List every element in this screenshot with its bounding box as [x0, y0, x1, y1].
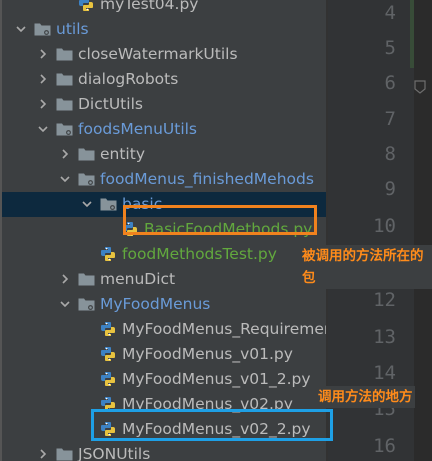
chevron-right-icon[interactable]: [37, 48, 49, 60]
tree-item-label: MyFoodMenus_v01_2.py: [122, 370, 311, 388]
tree-item-label: entity: [100, 145, 145, 163]
line-number: 4: [384, 2, 396, 24]
folder-icon: [56, 47, 73, 61]
chevron-down-icon[interactable]: [37, 123, 49, 135]
python-file-icon: [100, 246, 116, 262]
line-number: 7: [384, 108, 396, 130]
highlight-called-file-box: [123, 205, 317, 235]
python-file-icon: [100, 371, 116, 387]
folder-icon: [78, 147, 95, 161]
tree-item-label: MyFoodMenus_v01.py: [122, 345, 293, 363]
folder-icon: [56, 97, 73, 111]
chevron-right-icon[interactable]: [37, 98, 49, 110]
line-number: 6: [384, 72, 396, 94]
tree-row[interactable]: myTest04.py: [0, 0, 328, 17]
tree-row[interactable]: dialogRobots: [0, 67, 328, 92]
tree-row[interactable]: entity: [0, 142, 328, 167]
tree-item-label: foodMenus_finishedMehods: [100, 170, 314, 188]
tree-item-label: closeWatermarkUtils: [78, 45, 238, 63]
tree-row[interactable]: closeWatermarkUtils: [0, 42, 328, 67]
tree-item-label: MyFoodMenus: [100, 295, 211, 313]
tree-item-label: menuDict: [100, 270, 176, 288]
line-number: 10: [373, 215, 396, 237]
chevron-down-icon[interactable]: [59, 298, 71, 310]
calling-site-note: 调用方法的地方: [316, 386, 415, 408]
chevron-right-icon[interactable]: [59, 273, 71, 285]
highlight-calling-file-box: [91, 409, 333, 441]
folder-icon: [78, 272, 95, 286]
package-folder-icon: [78, 297, 95, 311]
chevron-right-icon[interactable]: [59, 148, 71, 160]
tree-row[interactable]: foodsMenuUtils: [0, 117, 328, 142]
line-number: 16: [373, 435, 396, 457]
line-number: 5: [384, 37, 396, 59]
tree-item-label: foodsMenuUtils: [78, 120, 198, 138]
package-folder-icon: [78, 172, 95, 186]
line-number: 8: [384, 143, 396, 165]
tree-item-label: JSONUtils: [78, 445, 151, 461]
fold-marker-icon[interactable]: [414, 79, 426, 94]
package-folder-icon: [100, 197, 117, 211]
tree-row[interactable]: MyFoodMenus_Requiremen: [0, 317, 328, 342]
python-file-icon: [100, 346, 116, 362]
line-number: 14: [373, 362, 396, 384]
tree-row[interactable]: MyFoodMenus_v01.py: [0, 342, 328, 367]
tree-item-label: DictUtils: [78, 95, 143, 113]
called-methods-note: 被调用的方法所在的包: [300, 245, 432, 289]
tree-row[interactable]: DictUtils: [0, 92, 328, 117]
tree-row[interactable]: MyFoodMenus: [0, 292, 328, 317]
line-number: 9: [384, 178, 396, 200]
tree-row[interactable]: foodMethodsTest.py: [0, 242, 328, 267]
tree-row[interactable]: MyFoodMenus_v01_2.py: [0, 367, 328, 392]
line-number: 13: [373, 326, 396, 348]
tree-item-label: myTest04.py: [100, 0, 199, 13]
chevron-down-icon[interactable]: [81, 198, 93, 210]
package-folder-icon: [34, 22, 51, 36]
tree-row[interactable]: foodMenus_finishedMehods: [0, 167, 328, 192]
tree-row[interactable]: utils: [0, 17, 328, 42]
chevron-right-icon[interactable]: [37, 448, 49, 460]
tree-item-label: foodMethodsTest.py: [122, 245, 277, 263]
tree-item-label: MyFoodMenus_Requiremen: [122, 320, 328, 338]
chevron-right-icon[interactable]: [37, 73, 49, 85]
chevron-down-icon[interactable]: [59, 173, 71, 185]
folder-icon: [56, 447, 73, 461]
tree-row[interactable]: JSONUtils: [0, 442, 328, 461]
tree-row[interactable]: menuDict: [0, 267, 328, 292]
python-file-icon: [100, 321, 116, 337]
chevron-down-icon[interactable]: [15, 23, 27, 35]
python-file-icon: [78, 0, 94, 12]
line-number: 12: [373, 289, 396, 311]
package-folder-icon: [56, 122, 73, 136]
tree-item-label: dialogRobots: [78, 70, 179, 88]
tree-left-edge: [0, 0, 2, 461]
tree-item-label: utils: [56, 20, 89, 38]
editor-area-edge[interactable]: [414, 0, 432, 461]
folder-icon: [56, 72, 73, 86]
